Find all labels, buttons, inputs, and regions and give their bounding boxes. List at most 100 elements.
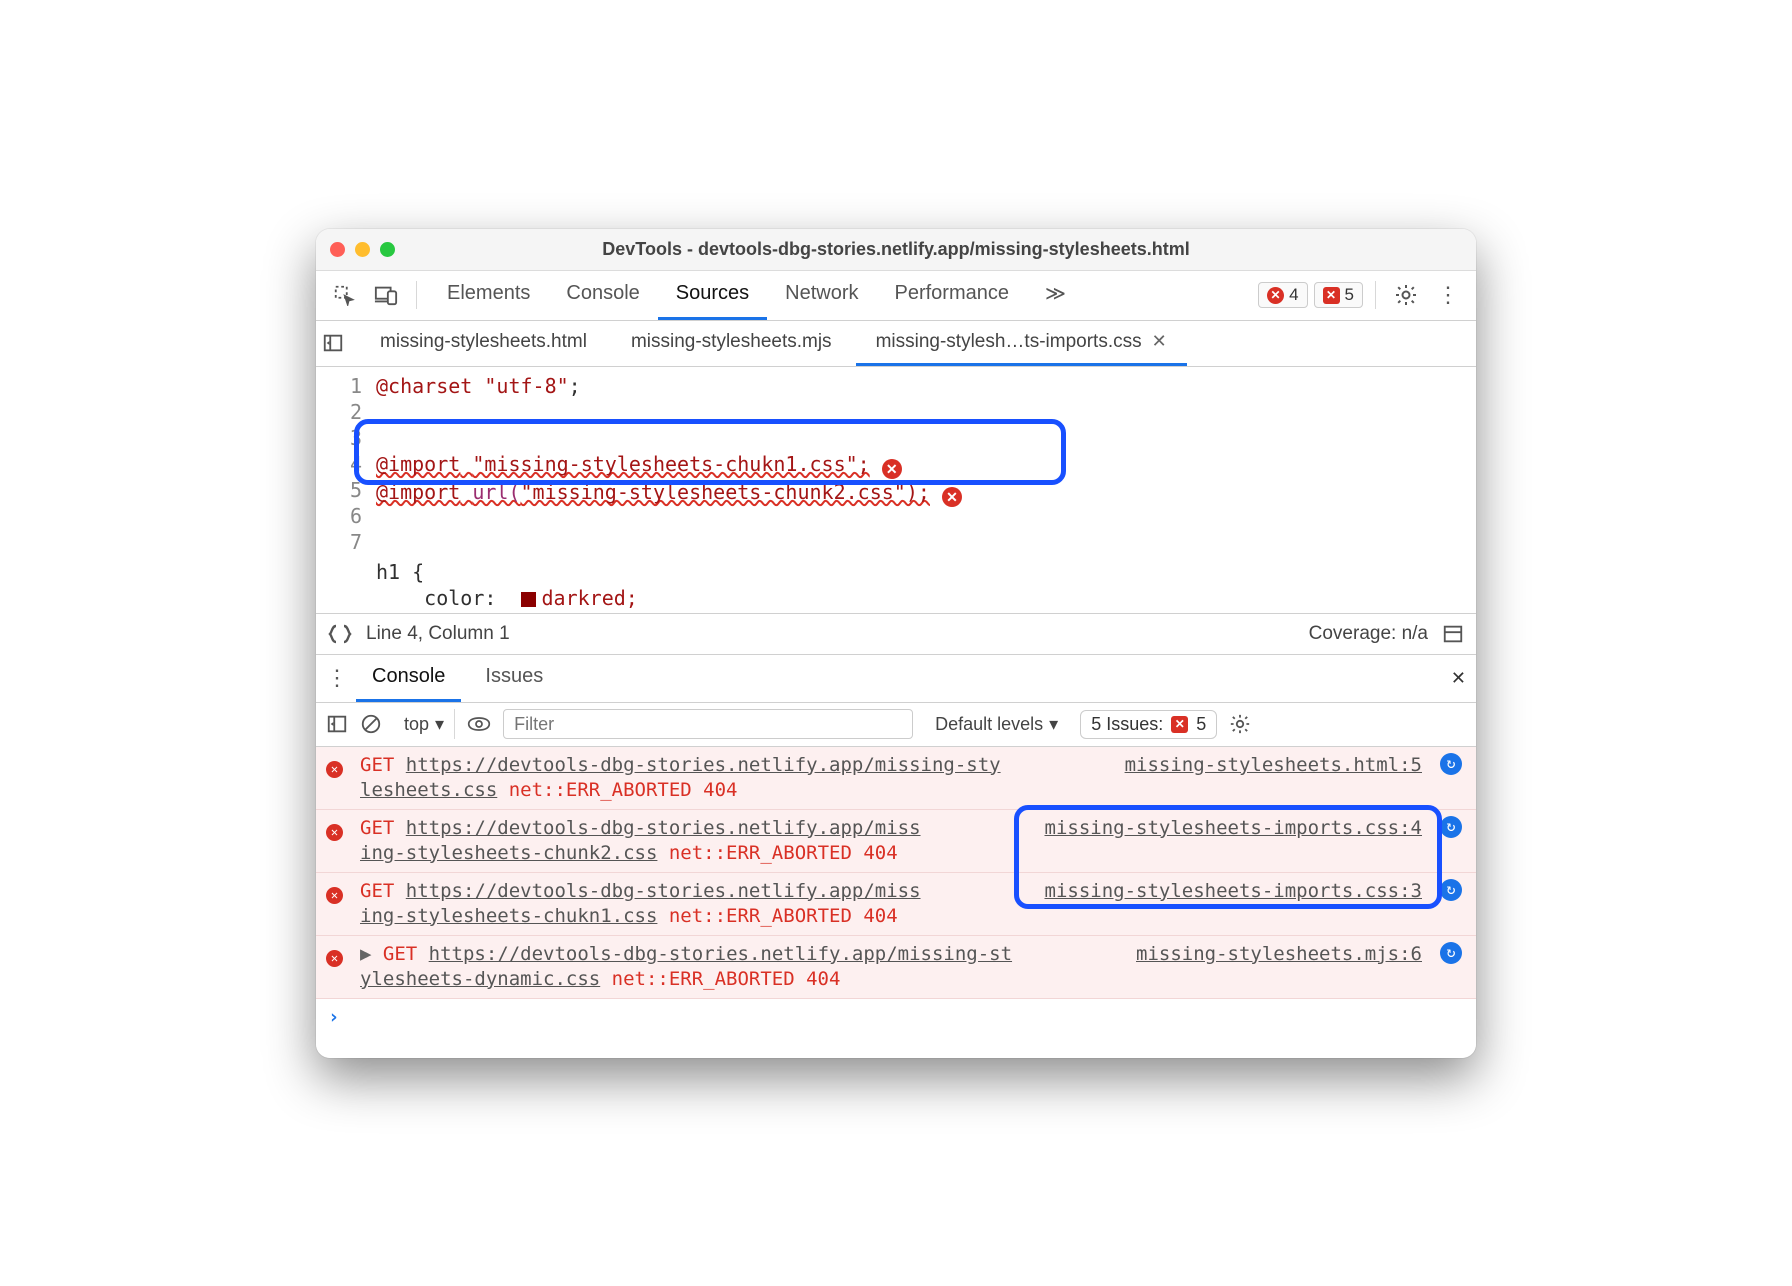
console-sidebar-toggle-icon[interactable] — [326, 713, 348, 735]
request-url-link[interactable]: ing-stylesheets-chukn1.css — [360, 905, 657, 927]
file-tab-label: missing-stylesh…ts-imports.css — [876, 331, 1142, 353]
console-message-body: GET https://devtools-dbg-stories.netlify… — [360, 879, 1033, 929]
error-count: 4 — [1289, 285, 1298, 305]
cursor-position: Line 4, Column 1 — [366, 623, 510, 645]
window-zoom-button[interactable] — [380, 242, 395, 257]
console-message-body: ▶ GET https://devtools-dbg-stories.netli… — [360, 942, 1124, 992]
window-minimize-button[interactable] — [355, 242, 370, 257]
expand-toggle-icon[interactable]: ▶ — [360, 943, 383, 965]
console-message-body: GET https://devtools-dbg-stories.netlify… — [360, 753, 1113, 803]
chevron-down-icon: ▾ — [1049, 714, 1058, 735]
drawer-close-button[interactable]: ✕ — [1451, 668, 1466, 689]
error-text: net::ERR_ABORTED 404 — [497, 779, 737, 801]
error-icon: ✕ — [326, 887, 343, 904]
request-url-link[interactable]: https://devtools-dbg-stories.netlify.app… — [406, 880, 921, 902]
error-marker-icon[interactable]: ✕ — [942, 487, 962, 507]
code-token: "missing-stylesheets-chunk2.css"); — [521, 480, 930, 504]
clear-console-icon[interactable] — [360, 713, 382, 735]
drawer-tab-issues[interactable]: Issues — [469, 654, 559, 702]
console-prompt[interactable]: › — [316, 999, 1476, 1058]
editor-status-bar: Line 4, Column 1 Coverage: n/a — [316, 613, 1476, 655]
more-options-button[interactable]: ⋮ — [1430, 277, 1466, 313]
file-tab-css[interactable]: missing-stylesh…ts-imports.css ✕ — [856, 320, 1187, 366]
devtools-window: DevTools - devtools-dbg-stories.netlify.… — [316, 229, 1476, 1058]
resend-request-icon[interactable]: ↻ — [1440, 942, 1462, 964]
live-expression-icon[interactable] — [467, 715, 491, 733]
request-url-link[interactable]: https://devtools-dbg-stories.netlify.app… — [406, 817, 921, 839]
source-link[interactable]: missing-stylesheets-imports.css:4 — [1045, 817, 1423, 839]
issue-icon: ✕ — [1323, 287, 1340, 304]
drawer-tab-console[interactable]: Console — [356, 654, 461, 702]
tab-elements[interactable]: Elements — [429, 270, 548, 320]
more-tabs-button[interactable]: ≫ — [1027, 270, 1084, 320]
close-tab-button[interactable]: ✕ — [1152, 331, 1167, 352]
file-tab-bar: missing-stylesheets.html missing-stylesh… — [316, 321, 1476, 367]
file-tab-label: missing-stylesheets.html — [380, 331, 587, 353]
issues-count: 5 — [1345, 285, 1354, 305]
request-url-link[interactable]: https://devtools-dbg-stories.netlify.app… — [406, 754, 1001, 776]
console-settings-button[interactable] — [1229, 713, 1251, 735]
console-error-row: ✕ GET https://devtools-dbg-stories.netli… — [316, 873, 1476, 936]
request-url-link[interactable]: https://devtools-dbg-stories.netlify.app… — [429, 943, 1012, 965]
error-icon: ✕ — [326, 824, 343, 841]
window-close-button[interactable] — [330, 242, 345, 257]
code-token: @import — [376, 452, 460, 476]
tab-network[interactable]: Network — [767, 270, 876, 320]
request-url-link[interactable]: ylesheets-dynamic.css — [360, 968, 600, 990]
main-toolbar: Elements Console Sources Network Perform… — [316, 271, 1476, 321]
console-output: ✕ GET https://devtools-dbg-stories.netli… — [316, 747, 1476, 1058]
error-icon: ✕ — [326, 950, 343, 967]
tab-console[interactable]: Console — [548, 270, 657, 320]
window-title: DevTools - devtools-dbg-stories.netlify.… — [316, 239, 1476, 260]
resend-request-icon[interactable]: ↻ — [1440, 816, 1462, 838]
chevron-down-icon: ▾ — [435, 714, 444, 735]
source-editor[interactable]: 1234567 @charset "utf-8"; @import "missi… — [316, 367, 1476, 613]
code-token: color: — [376, 586, 521, 610]
console-filter-input[interactable] — [503, 709, 913, 739]
chevron-right-icon: › — [328, 1006, 339, 1028]
inspect-element-icon[interactable] — [326, 277, 362, 313]
file-tab-mjs[interactable]: missing-stylesheets.mjs — [611, 320, 852, 366]
tab-performance[interactable]: Performance — [877, 270, 1028, 320]
code-token: url( — [472, 480, 520, 504]
source-link[interactable]: missing-stylesheets-imports.css:3 — [1045, 880, 1423, 902]
pretty-print-icon[interactable] — [328, 624, 352, 644]
request-url-link[interactable]: ing-stylesheets-chunk2.css — [360, 842, 657, 864]
resend-request-icon[interactable]: ↻ — [1440, 753, 1462, 775]
code-token: darkred; — [542, 586, 638, 610]
error-count-badge[interactable]: ✕ 4 — [1258, 282, 1307, 308]
line-gutter: 1234567 — [316, 373, 376, 611]
resend-request-icon[interactable]: ↻ — [1440, 879, 1462, 901]
traffic-lights — [330, 242, 395, 257]
tab-sources[interactable]: Sources — [658, 270, 767, 320]
console-message-body: GET https://devtools-dbg-stories.netlify… — [360, 816, 1033, 866]
color-swatch-icon[interactable] — [521, 592, 536, 607]
log-levels-select[interactable]: Default levels ▾ — [925, 709, 1068, 739]
request-url-link[interactable]: lesheets.css — [360, 779, 497, 801]
navigator-toggle-icon[interactable] — [322, 332, 356, 354]
console-error-row: ✕ ▶ GET https://devtools-dbg-stories.net… — [316, 936, 1476, 999]
error-marker-icon[interactable]: ✕ — [882, 459, 902, 479]
source-link[interactable]: missing-stylesheets.mjs:6 — [1136, 943, 1422, 965]
sidebar-toggle-icon[interactable] — [1442, 623, 1464, 645]
file-tab-label: missing-stylesheets.mjs — [631, 331, 832, 353]
drawer-more-button[interactable]: ⋮ — [326, 665, 348, 691]
code-token: ; — [569, 374, 581, 398]
code-content[interactable]: @charset "utf-8"; @import "missing-style… — [376, 373, 1476, 611]
code-token: "missing-stylesheets-chukn1.css"; — [472, 452, 869, 476]
device-toolbar-icon[interactable] — [368, 277, 404, 313]
source-link[interactable]: missing-stylesheets.html:5 — [1125, 754, 1422, 776]
console-error-row: ✕ GET https://devtools-dbg-stories.netli… — [316, 747, 1476, 810]
file-tab-html[interactable]: missing-stylesheets.html — [360, 320, 607, 366]
settings-button[interactable] — [1388, 277, 1424, 313]
panel-tabs: Elements Console Sources Network Perform… — [429, 270, 1084, 320]
error-icon: ✕ — [1267, 287, 1284, 304]
coverage-status: Coverage: n/a — [1309, 623, 1428, 645]
code-token: @charset — [376, 374, 472, 398]
toolbar-divider — [416, 281, 417, 309]
issues-count-badge[interactable]: ✕ 5 — [1314, 282, 1363, 308]
execution-context-select[interactable]: top ▾ — [394, 709, 455, 739]
issues-button[interactable]: 5 Issues: ✕ 5 — [1080, 710, 1217, 739]
titlebar: DevTools - devtools-dbg-stories.netlify.… — [316, 229, 1476, 271]
toolbar-divider — [1375, 281, 1376, 309]
